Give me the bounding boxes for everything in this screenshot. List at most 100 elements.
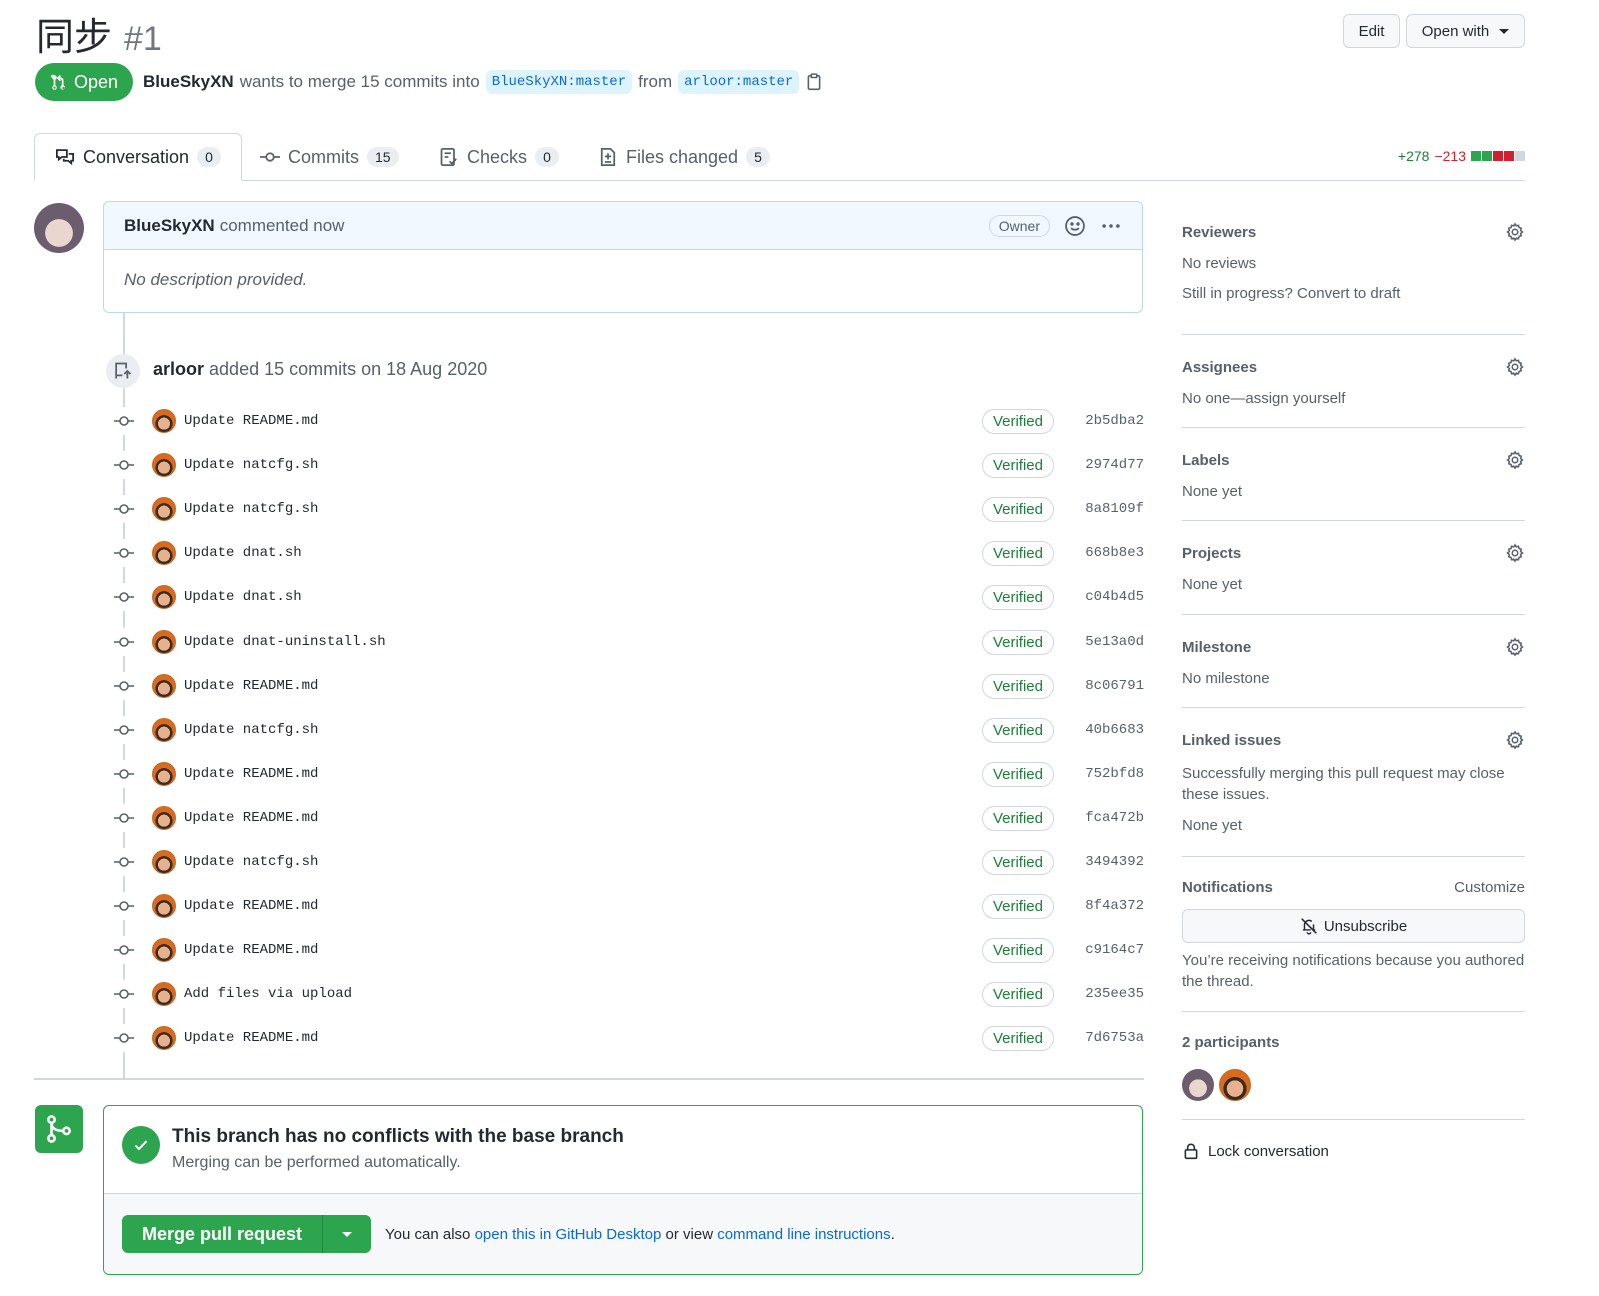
notifications-desc: You’re receiving notifications because y…	[1182, 952, 1525, 990]
verified-badge[interactable]: Verified	[981, 496, 1054, 522]
verified-badge[interactable]: Verified	[981, 629, 1054, 655]
avatar[interactable]	[152, 674, 176, 698]
commit-sha[interactable]: 235ee35	[1054, 986, 1144, 1002]
verified-badge[interactable]: Verified	[981, 981, 1054, 1007]
avatar[interactable]	[152, 806, 176, 830]
avatar[interactable]	[152, 718, 176, 742]
verified-badge[interactable]: Verified	[981, 717, 1054, 743]
gear-icon[interactable]	[1505, 450, 1525, 470]
base-branch[interactable]: BlueSkyXN:master	[485, 70, 633, 94]
milestone-heading[interactable]: Milestone	[1182, 639, 1251, 656]
avatar[interactable]	[152, 497, 176, 521]
avatar[interactable]	[152, 585, 176, 609]
tab-checks[interactable]: Checks 0	[439, 133, 560, 181]
reviewers-heading[interactable]: Reviewers	[1182, 224, 1256, 241]
commit-sha[interactable]: c04b4d5	[1054, 589, 1144, 605]
head-branch[interactable]: arloor:master	[678, 70, 800, 94]
commit-sha[interactable]: fca472b	[1054, 810, 1144, 826]
commit-message[interactable]: Update natcfg.sh	[184, 457, 318, 473]
commit-sha[interactable]: 3494392	[1054, 854, 1144, 870]
avatar[interactable]	[152, 982, 176, 1006]
commit-message[interactable]: Update dnat.sh	[184, 589, 302, 605]
customize-link[interactable]: Customize	[1454, 879, 1525, 896]
verified-badge[interactable]: Verified	[981, 893, 1054, 919]
lock-conversation-link[interactable]: Lock conversation	[1182, 1142, 1525, 1160]
pr-author-link[interactable]: BlueSkyXN	[143, 72, 234, 92]
projects-heading[interactable]: Projects	[1182, 545, 1241, 562]
commit-message[interactable]: Update natcfg.sh	[184, 501, 318, 517]
avatar[interactable]	[152, 630, 176, 654]
avatar[interactable]	[34, 203, 84, 253]
command-line-link[interactable]: command line instructions	[717, 1226, 890, 1243]
commit-sha[interactable]: 40b6683	[1054, 722, 1144, 738]
gear-icon[interactable]	[1505, 543, 1525, 563]
verified-badge[interactable]: Verified	[981, 805, 1054, 831]
push-author[interactable]: arloor	[153, 359, 204, 379]
commit-message[interactable]: Update dnat.sh	[184, 545, 302, 561]
assignees-heading[interactable]: Assignees	[1182, 359, 1257, 376]
gear-icon[interactable]	[1505, 222, 1525, 242]
open-desktop-link[interactable]: open this in GitHub Desktop	[475, 1226, 662, 1243]
verified-badge[interactable]: Verified	[981, 761, 1054, 787]
avatar[interactable]	[1182, 1069, 1214, 1101]
verified-badge[interactable]: Verified	[981, 408, 1054, 434]
commit-message[interactable]: Update README.md	[184, 678, 318, 694]
verified-badge[interactable]: Verified	[981, 584, 1054, 610]
open-with-button[interactable]: Open with	[1406, 14, 1525, 48]
commit-sha[interactable]: c9164c7	[1054, 942, 1144, 958]
commit-message[interactable]: Add files via upload	[184, 986, 352, 1002]
commit-sha[interactable]: 752bfd8	[1054, 766, 1144, 782]
avatar[interactable]	[152, 938, 176, 962]
tab-commits[interactable]: Commits 15	[260, 133, 399, 181]
avatar[interactable]	[152, 1026, 176, 1050]
commit-sha[interactable]: 8f4a372	[1054, 898, 1144, 914]
gear-icon[interactable]	[1505, 357, 1525, 377]
commit-sha[interactable]: 2974d77	[1054, 457, 1144, 473]
commit-message[interactable]: Update README.md	[184, 942, 318, 958]
avatar[interactable]	[152, 762, 176, 786]
verified-badge[interactable]: Verified	[981, 673, 1054, 699]
commit-sha[interactable]: 8c06791	[1054, 678, 1144, 694]
verified-badge[interactable]: Verified	[981, 1025, 1054, 1051]
commit-message[interactable]: Update natcfg.sh	[184, 854, 318, 870]
verified-badge[interactable]: Verified	[981, 937, 1054, 963]
commit-sha[interactable]: 668b8e3	[1054, 545, 1144, 561]
verified-badge[interactable]: Verified	[981, 452, 1054, 478]
merge-pull-request-button[interactable]: Merge pull request	[122, 1215, 324, 1253]
avatar[interactable]	[1219, 1069, 1251, 1101]
labels-heading[interactable]: Labels	[1182, 452, 1230, 469]
commit-message[interactable]: Update natcfg.sh	[184, 722, 318, 738]
gear-icon[interactable]	[1505, 637, 1525, 657]
avatar[interactable]	[152, 894, 176, 918]
merge-method-dropdown[interactable]	[323, 1215, 371, 1253]
verified-badge[interactable]: Verified	[981, 849, 1054, 875]
commit-message[interactable]: Update README.md	[184, 766, 318, 782]
clipboard-icon[interactable]	[805, 73, 823, 91]
tab-files-changed[interactable]: Files changed 5	[598, 133, 771, 181]
commit-message[interactable]: Update README.md	[184, 413, 318, 429]
commit-sha[interactable]: 8a8109f	[1054, 501, 1144, 517]
comment-author[interactable]: BlueSkyXN	[124, 216, 215, 236]
tab-conversation[interactable]: Conversation 0	[34, 133, 243, 181]
commit-sha[interactable]: 2b5dba2	[1054, 413, 1144, 429]
commit-sha[interactable]: 7d6753a	[1054, 1030, 1144, 1046]
comment-time[interactable]: commented now	[220, 216, 345, 236]
commit-message[interactable]: Update README.md	[184, 810, 318, 826]
kebab-icon[interactable]	[1100, 215, 1122, 237]
verified-badge[interactable]: Verified	[981, 540, 1054, 566]
commit-message[interactable]: Update README.md	[184, 898, 318, 914]
assignees-value[interactable]: No one—assign yourself	[1182, 390, 1525, 407]
smiley-icon[interactable]	[1064, 215, 1086, 237]
unsubscribe-button[interactable]: Unsubscribe	[1182, 909, 1525, 943]
convert-to-draft-link[interactable]: Still in progress? Convert to draft	[1182, 285, 1525, 302]
avatar[interactable]	[152, 541, 176, 565]
gear-icon[interactable]	[1505, 730, 1525, 750]
avatar[interactable]	[152, 850, 176, 874]
commit-sha[interactable]: 5e13a0d	[1054, 634, 1144, 650]
linked-issues-heading[interactable]: Linked issues	[1182, 732, 1281, 749]
avatar[interactable]	[152, 453, 176, 477]
avatar[interactable]	[152, 409, 176, 433]
commit-message[interactable]: Update dnat-uninstall.sh	[184, 634, 386, 650]
commit-message[interactable]: Update README.md	[184, 1030, 318, 1046]
edit-button[interactable]: Edit	[1343, 14, 1400, 48]
